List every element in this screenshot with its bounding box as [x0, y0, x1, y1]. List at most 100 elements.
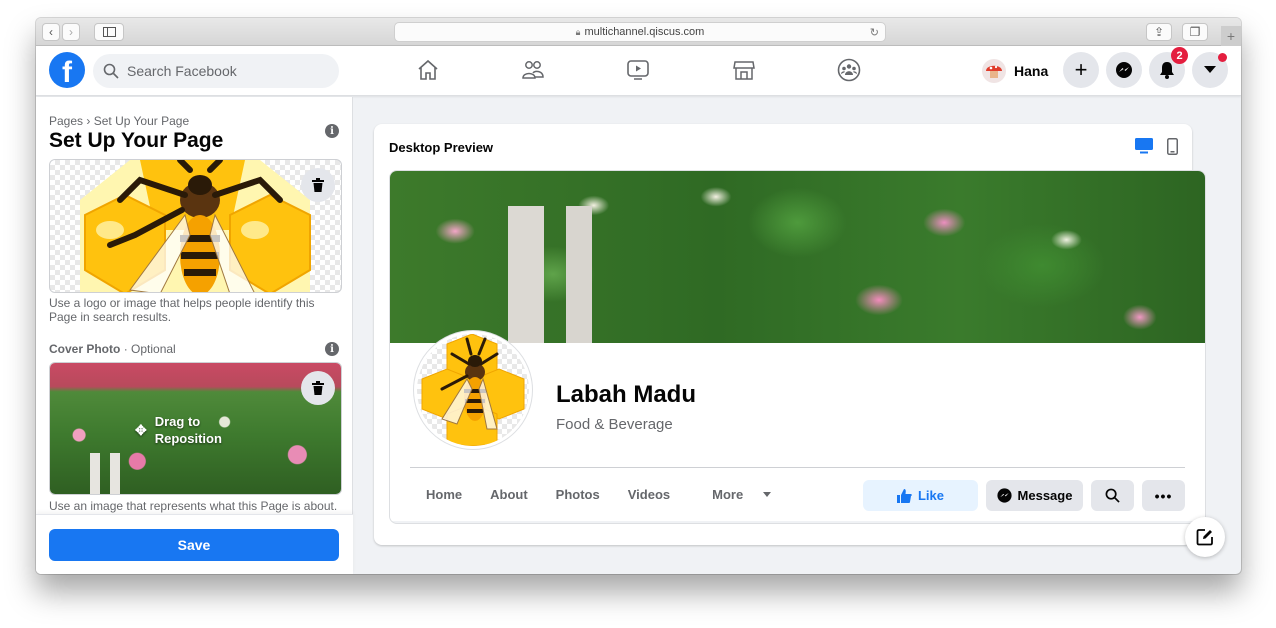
desktop-icon[interactable]	[1135, 138, 1153, 154]
cover-photo-editor[interactable]: ✥ Drag to Reposition	[49, 362, 342, 495]
save-button[interactable]: Save	[49, 529, 339, 561]
tab-home[interactable]: Home	[412, 487, 476, 502]
drag-to-reposition[interactable]: ✥ Drag to Reposition	[135, 413, 222, 447]
search-input[interactable]: Search Facebook	[93, 54, 339, 88]
avatar	[982, 59, 1006, 83]
edit-icon	[1196, 529, 1213, 546]
sidebar-toggle-button[interactable]	[94, 23, 124, 41]
pillar	[110, 453, 120, 494]
sidebar-footer: Save	[36, 514, 353, 574]
notifications-button[interactable]: 2	[1149, 47, 1188, 88]
pillar	[508, 206, 544, 343]
lock-icon: 🔒︎	[575, 26, 581, 37]
search-placeholder: Search Facebook	[127, 63, 237, 79]
mushroom-house-icon	[986, 65, 1002, 78]
tab-photos[interactable]: Photos	[542, 487, 614, 502]
bee-logo-image	[421, 334, 525, 446]
search-page-button[interactable]	[1091, 480, 1134, 511]
header-divider	[410, 467, 1185, 468]
info-icon[interactable]: i	[325, 124, 339, 138]
chevron-right-icon: ›	[69, 25, 73, 39]
breadcrumb-pages[interactable]: Pages	[49, 114, 83, 128]
breadcrumb-current: Set Up Your Page	[93, 114, 190, 128]
address-bar[interactable]: 🔒︎ multichannel.qiscus.com ↻	[394, 22, 886, 42]
edit-button[interactable]	[1185, 517, 1225, 557]
cover-info-icon[interactable]: i	[325, 342, 339, 356]
share-icon: ⇪	[1153, 25, 1165, 39]
url-text: multichannel.qiscus.com	[584, 26, 705, 38]
reposition-text: Reposition	[154, 431, 222, 446]
profile-link[interactable]: Hana	[982, 56, 1048, 86]
remove-profile-picture-button[interactable]	[301, 168, 335, 202]
drag-text: Drag to	[154, 414, 201, 429]
forward-button[interactable]: ›	[62, 23, 80, 41]
cover-photo-title: Cover Photo	[49, 342, 121, 356]
cover-photo-label: Cover Photo · Optional	[49, 342, 176, 356]
mobile-icon[interactable]	[1167, 138, 1178, 155]
pillar	[90, 453, 100, 494]
facebook-header: f Search Facebook Hana + 2	[36, 46, 1241, 96]
caret-down-icon	[763, 492, 772, 497]
like-label: Like	[917, 488, 944, 503]
marketplace-icon[interactable]	[732, 58, 756, 82]
tabs-icon: ❐	[1189, 25, 1201, 39]
sidebar-icon	[102, 27, 116, 37]
messenger-icon	[996, 488, 1012, 503]
optional-label: · Optional	[123, 342, 176, 356]
bee-logo-image	[80, 160, 311, 292]
caret-down-icon	[1204, 66, 1216, 73]
ellipsis-icon: •••	[1154, 487, 1173, 504]
page-profile-picture	[414, 331, 532, 449]
setup-sidebar: Pages › Set Up Your Page Set Up Your Pag…	[36, 97, 353, 574]
reload-icon[interactable]: ↻	[870, 26, 879, 39]
bell-icon	[1160, 62, 1174, 79]
page-category: Food & Beverage	[556, 416, 673, 433]
preview-device-toggle	[1135, 138, 1178, 155]
notification-badge: 2	[1171, 47, 1188, 64]
trash-icon	[312, 381, 324, 395]
page-title: Set Up Your Page	[49, 129, 224, 152]
remove-cover-photo-button[interactable]	[301, 371, 335, 405]
chevron-left-icon: ‹	[49, 25, 53, 39]
page-name: Labah Madu	[556, 381, 697, 408]
new-tab-button[interactable]: +	[1221, 26, 1241, 46]
tab-more[interactable]: More	[684, 487, 785, 502]
watch-icon[interactable]	[626, 58, 650, 82]
messenger-button[interactable]	[1106, 52, 1142, 88]
browser-window: ‹ › 🔒︎ multichannel.qiscus.com ↻ ⇪ ❐ + f…	[36, 18, 1241, 574]
account-menu-button[interactable]	[1192, 52, 1228, 88]
tabs-button[interactable]: ❐	[1182, 23, 1208, 41]
tab-about[interactable]: About	[476, 487, 542, 502]
share-button[interactable]: ⇪	[1146, 23, 1172, 41]
page-preview: Labah Madu Food & Beverage Home About Ph…	[389, 170, 1206, 524]
create-button[interactable]: +	[1063, 52, 1099, 88]
page-header: Labah Madu Food & Beverage Home About Ph…	[390, 331, 1205, 521]
profile-name: Hana	[1014, 63, 1049, 79]
facebook-logo[interactable]: f	[49, 52, 85, 88]
pillar	[566, 206, 592, 343]
cover-photo-help: Use an image that represents what this P…	[49, 499, 338, 513]
tab-videos[interactable]: Videos	[614, 487, 684, 502]
page-tabs: Home About Photos Videos More	[412, 487, 785, 502]
plus-icon: +	[1074, 57, 1088, 82]
browser-toolbar: ‹ › 🔒︎ multichannel.qiscus.com ↻ ⇪ ❐ +	[36, 18, 1241, 46]
groups-icon[interactable]	[837, 58, 861, 82]
alert-dot	[1218, 53, 1227, 62]
search-icon	[103, 63, 119, 79]
back-button[interactable]: ‹	[42, 23, 60, 41]
page-actions: Like Message •••	[863, 480, 1185, 511]
more-options-button[interactable]: •••	[1142, 480, 1185, 511]
profile-picture-editor[interactable]	[49, 159, 342, 293]
messenger-icon	[1116, 62, 1132, 78]
message-button[interactable]: Message	[986, 480, 1083, 511]
thumbs-up-icon	[896, 488, 912, 503]
friends-icon[interactable]	[521, 58, 545, 82]
breadcrumb: Pages › Set Up Your Page	[49, 114, 189, 128]
cover-photo-preview	[390, 171, 1205, 343]
desktop-preview-card: Desktop Preview Labah Madu Food & Bevera…	[374, 124, 1206, 545]
move-icon: ✥	[135, 421, 147, 438]
like-button[interactable]: Like	[863, 480, 978, 511]
preview-title: Desktop Preview	[389, 140, 494, 155]
home-icon[interactable]	[416, 58, 440, 82]
tab-more-label: More	[712, 487, 744, 502]
